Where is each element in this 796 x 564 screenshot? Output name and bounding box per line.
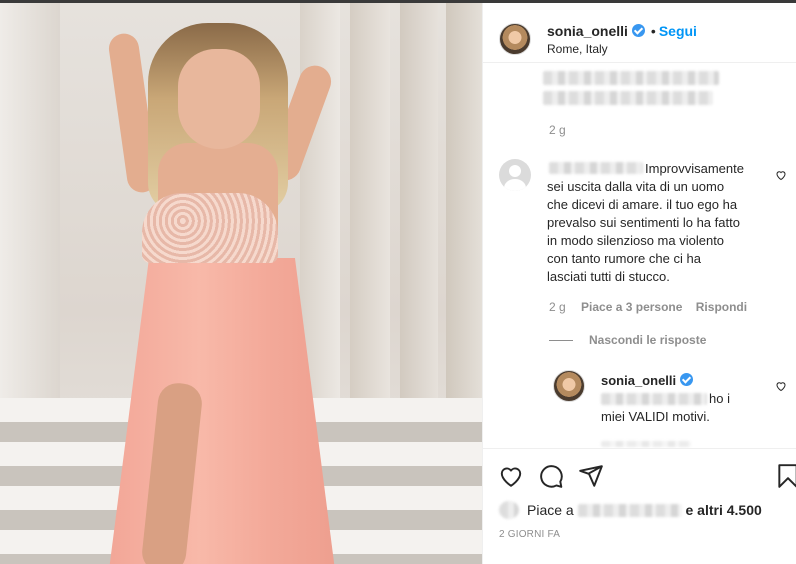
share-icon[interactable] [578,463,604,489]
likes-prefix: Piace a [527,502,574,518]
comment-likes-link[interactable]: Piace a 3 persone [581,300,682,314]
comment-text: Improvvisamente sei uscita dalla vita di… [547,160,777,286]
author-username[interactable]: sonia_onelli [547,23,628,39]
photo-face [178,49,260,149]
author-line: sonia_onelli • Segui [547,23,697,41]
verified-badge-icon [631,24,645,37]
hide-replies-button[interactable]: Nascondi le risposte [589,333,706,347]
separator-dot: • [650,23,656,39]
author-avatar[interactable] [499,23,531,55]
reply-button[interactable]: Rispondi [696,300,747,314]
reply-author-avatar[interactable] [553,370,585,402]
comment-line: in modo silenzioso ma violento [547,233,725,248]
bookmark-icon[interactable] [775,463,796,489]
comment-line: sei uscita dalla vita di un uomo [547,179,725,194]
post-sidebar: sonia_onelli • Segui Rome, Italy 2 g Impro… [482,3,796,564]
comment-line: con tanto rumore che ci ha [547,251,701,266]
photo-bodice [142,193,278,263]
caption-age: 2 g [549,123,566,137]
likes-suffix: e altri 4.500 [685,502,762,518]
post-photo[interactable] [0,3,482,564]
comment-meta: 2 g Piace a 3 persone Rispondi [549,300,747,314]
comment-icon[interactable] [538,463,564,489]
post-actions: Piace a e altri 4.500 2 GIORNI FA [483,448,796,564]
commenter-avatar[interactable] [499,159,531,191]
verified-badge-icon [680,373,694,386]
small-heart-icon[interactable] [775,380,787,392]
hide-replies-label: Nascondi le risposte [589,333,707,347]
small-heart-icon[interactable] [775,169,787,181]
reply-text: ho i miei VALIDI motivi. [601,390,781,426]
reply-line: miei VALIDI motivi. [601,409,710,424]
comment-line: prevalso sui sentimenti lo ha fatto [547,215,740,230]
post-timestamp: 2 GIORNI FA [499,529,561,540]
liker-username-blurred [577,504,682,517]
likes-summary[interactable]: Piace a e altri 4.500 [527,502,762,518]
reply-line: ho i [709,391,730,406]
post-header: sonia_onelli • Segui Rome, Italy [483,3,796,63]
comment-line: lasciati tutti di stucco. [547,269,670,284]
comment-line: che dicevi di amare. il tuo ego ha [547,197,738,212]
reply-meta-cut-off [601,441,691,447]
caption-blurred-text [543,91,713,105]
follow-button[interactable]: Segui [659,23,697,39]
reply-author-line: sonia_onelli [601,372,694,390]
comment-age: 2 g [549,300,566,314]
heart-icon[interactable] [498,463,524,489]
caption-blurred-text [543,71,719,85]
post-location[interactable]: Rome, Italy [547,42,608,56]
reply-author-username[interactable]: sonia_onelli [601,373,676,388]
liker-avatar-blurred [499,501,519,519]
comment-line: Improvvisamente [645,161,744,176]
hide-replies-line [549,340,573,341]
